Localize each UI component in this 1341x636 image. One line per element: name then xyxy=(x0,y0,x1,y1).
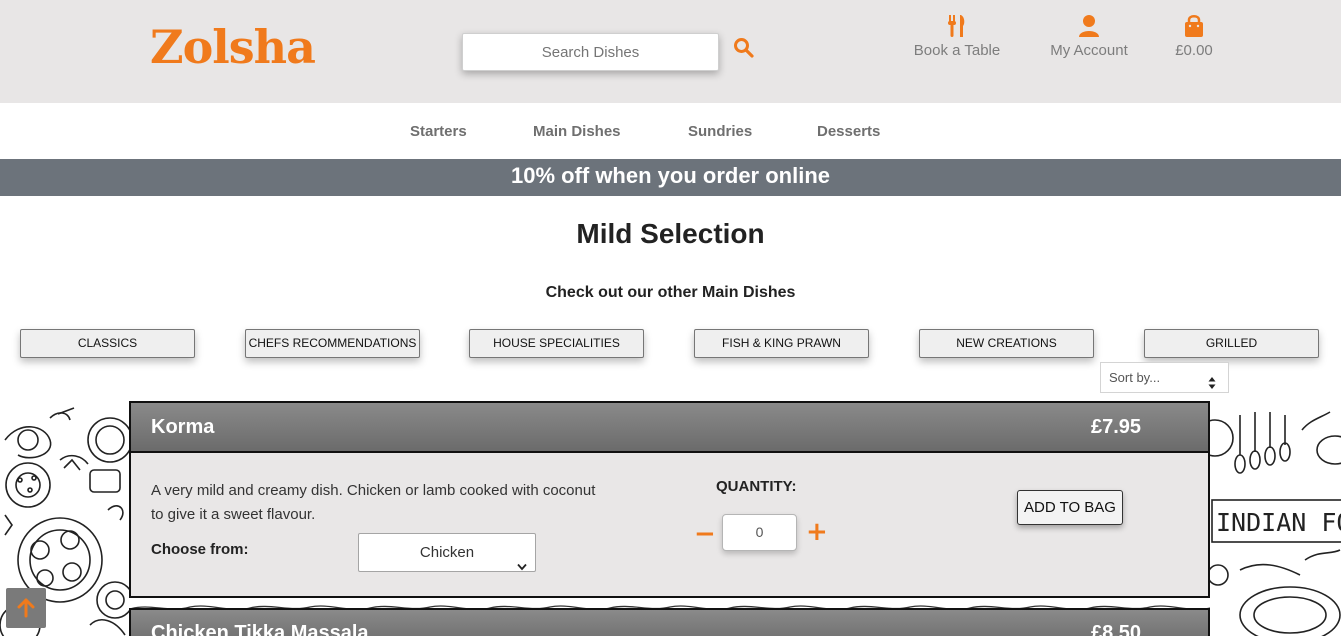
nav-main-dishes[interactable]: Main Dishes xyxy=(533,123,621,140)
shopping-bag-icon xyxy=(1183,14,1205,38)
protein-selected-value: Chicken xyxy=(419,544,475,561)
dish-name: Chicken Tikka Massala xyxy=(151,622,369,636)
utensils-icon xyxy=(946,14,968,38)
category-house-specialities-button[interactable]: HOUSE SPECIALITIES xyxy=(469,329,644,358)
dish-price: £7.95 xyxy=(1091,416,1142,438)
dish-name: Korma xyxy=(151,416,215,438)
quantity-decrease-button[interactable]: − xyxy=(694,521,716,547)
select-arrows-icon xyxy=(1208,371,1216,389)
category-classics-button[interactable]: CLASSICS xyxy=(20,329,195,358)
bag-total: £0.00 xyxy=(1175,42,1213,59)
quantity-increase-button[interactable]: + xyxy=(806,519,828,545)
my-account-label: My Account xyxy=(1050,42,1128,59)
logo[interactable]: Zolsha xyxy=(150,20,316,74)
choose-from-label: Choose from: xyxy=(151,541,249,558)
dish-card: Chicken Tikka Massala £8.50 xyxy=(129,608,1210,636)
protein-select[interactable]: Chicken xyxy=(358,533,536,572)
sort-selected-label: Sort by... xyxy=(1109,370,1161,385)
page-subtitle: Check out our other Main Dishes xyxy=(545,284,796,301)
chevron-down-icon xyxy=(517,548,527,571)
my-account-link[interactable]: My Account xyxy=(1042,14,1136,59)
nav-starters[interactable]: Starters xyxy=(410,123,467,140)
category-grilled-button[interactable]: GRILLED xyxy=(1144,329,1319,358)
promo-banner: 10% off when you order online xyxy=(0,159,1341,196)
dish-price: £8.50 xyxy=(1091,622,1142,636)
category-fish-king-prawn-button[interactable]: FISH & KING PRAWN xyxy=(694,329,869,358)
bag-link[interactable]: £0.00 xyxy=(1170,14,1218,59)
doodle-banner-text: INDIAN FO xyxy=(1216,508,1341,537)
scroll-to-top-button[interactable] xyxy=(6,588,46,628)
book-table-link[interactable]: Book a Table xyxy=(908,14,1006,59)
category-chefs-recommendations-button[interactable]: CHEFS RECOMMENDATIONS xyxy=(245,329,420,358)
category-new-creations-button[interactable]: NEW CREATIONS xyxy=(919,329,1094,358)
search-input[interactable] xyxy=(462,33,719,71)
dish-description: A very mild and creamy dish. Chicken or … xyxy=(151,482,596,523)
main-nav: Starters Main Dishes Sundries Desserts xyxy=(0,103,1341,159)
food-doodle-right: INDIAN FO xyxy=(1210,400,1341,636)
quantity-input[interactable]: 0 xyxy=(722,514,797,551)
nav-desserts[interactable]: Desserts xyxy=(817,123,880,140)
sort-select[interactable]: Sort by... xyxy=(1100,362,1229,393)
nav-sundries[interactable]: Sundries xyxy=(688,123,752,140)
site-header: Zolsha Book a Table My Account xyxy=(0,0,1341,103)
arrow-up-icon xyxy=(17,598,35,618)
search-icon[interactable] xyxy=(733,37,755,59)
dish-card: Korma £7.95 A very mild and creamy dish.… xyxy=(129,401,1210,598)
book-table-label: Book a Table xyxy=(913,42,1001,59)
food-doodle-strip xyxy=(130,598,1210,608)
add-to-bag-button[interactable]: ADD TO BAG xyxy=(1017,490,1123,525)
page-title: Mild Selection xyxy=(576,218,765,249)
quantity-label: QUANTITY: xyxy=(716,478,797,495)
user-icon xyxy=(1078,14,1100,38)
dish-card-header: Korma £7.95 xyxy=(131,403,1208,453)
